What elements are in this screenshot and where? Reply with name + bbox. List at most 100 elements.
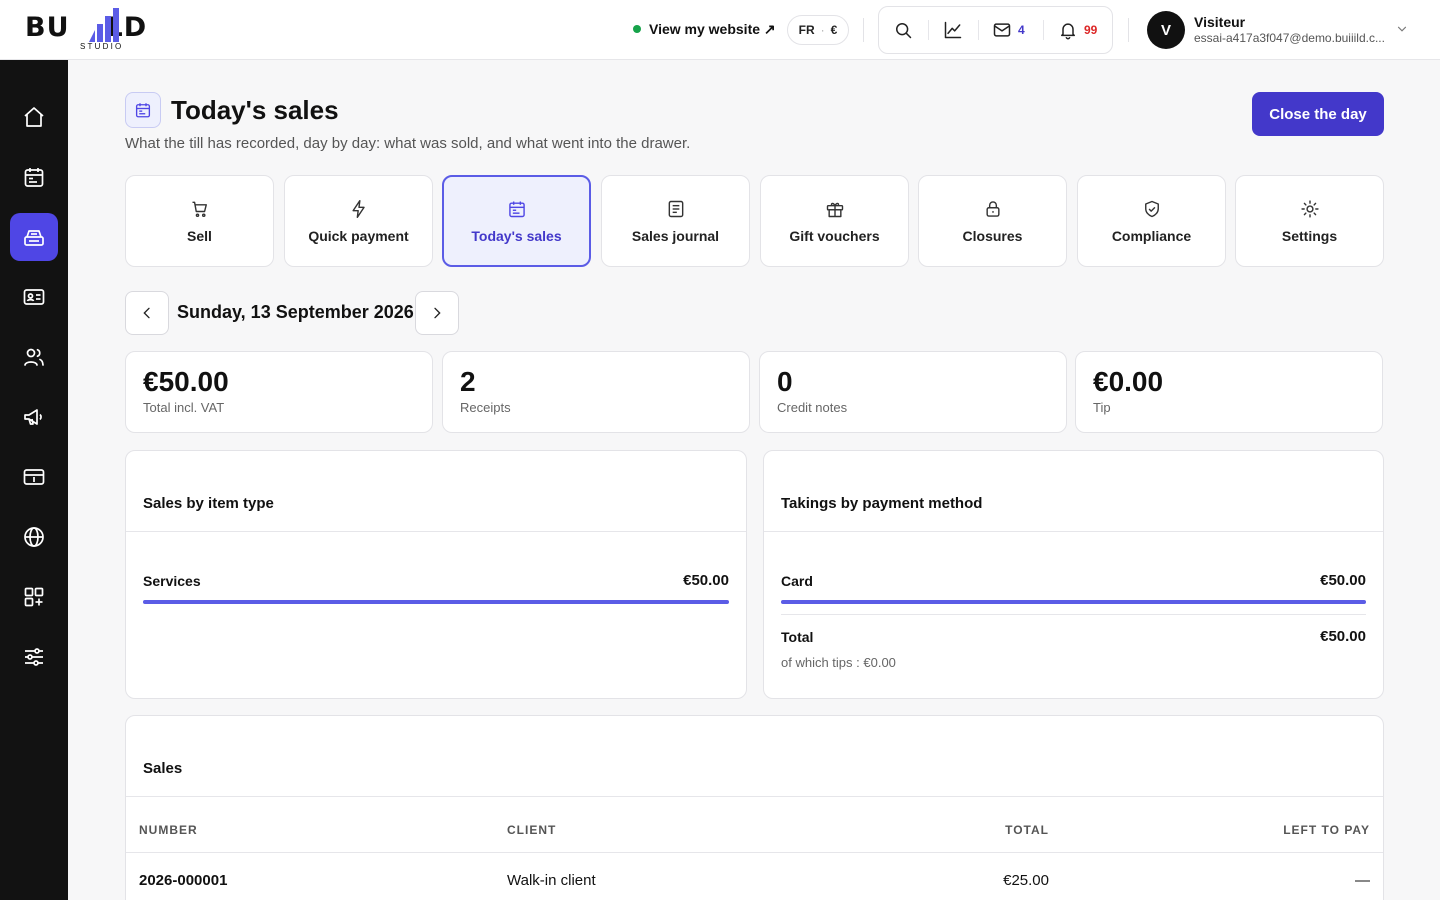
stat-card-receipts: 2 Receipts: [442, 351, 750, 433]
payment-method-bar-fill: [781, 600, 1366, 604]
column-header-number[interactable]: NUMBER: [139, 823, 198, 837]
divider: [1128, 18, 1129, 42]
logo-bars-icon: [89, 8, 119, 42]
item-type-bar-fill: [143, 600, 729, 604]
page-subtitle: What the till has recorded, day by day: …: [125, 135, 691, 152]
sale-client: Walk-in client: [507, 872, 596, 889]
currency-symbol: €: [830, 23, 838, 37]
bell-icon: [1061, 23, 1075, 40]
nav-card-label: Quick payment: [308, 227, 409, 244]
item-type-value: €50.00: [683, 572, 729, 589]
sidebar-item-register[interactable]: [10, 213, 58, 261]
megaphone-icon: [24, 409, 42, 425]
nav-card-todays-sales[interactable]: Today's sales: [442, 175, 591, 267]
previous-day-button[interactable]: [125, 291, 169, 335]
contact-card-icon: [23, 289, 45, 305]
home-icon: [24, 107, 44, 127]
sidebar-item-apps[interactable]: [10, 573, 58, 621]
stat-card-total: €50.00 Total incl. VAT: [125, 351, 433, 433]
nav-card-sell[interactable]: Sell: [125, 175, 274, 267]
lock-icon: [985, 200, 1000, 217]
page-icon: [125, 92, 161, 128]
register-icon: [24, 230, 44, 246]
next-day-button[interactable]: [415, 291, 459, 335]
apps-add-icon: [24, 587, 44, 607]
payment-card-icon: [23, 469, 45, 485]
column-header-client[interactable]: CLIENT: [507, 823, 556, 837]
stat-label: Tip: [1093, 400, 1111, 415]
language-currency-selector[interactable]: FR · €: [787, 15, 849, 45]
current-date: Sunday, 13 September 2026: [177, 302, 414, 322]
sidebar-item-contacts[interactable]: [10, 273, 58, 321]
gift-icon: [826, 202, 843, 217]
takings-total-label: Total: [781, 629, 814, 645]
sidebar-item-payments[interactable]: [10, 453, 58, 501]
column-header-total[interactable]: TOTAL: [1005, 823, 1049, 837]
sidebar-item-marketing[interactable]: [10, 393, 58, 441]
stat-value: €50.00: [143, 366, 229, 397]
view-website-link[interactable]: View my website ↗: [633, 18, 776, 40]
takings-total-value: €50.00: [1320, 628, 1366, 645]
payment-method-label: Card: [781, 573, 813, 589]
tips-note: of which tips : €0.00: [781, 655, 896, 670]
search-button[interactable]: [893, 7, 913, 53]
calendar-icon: [508, 201, 525, 217]
user-menu[interactable]: V Visiteur essai-a417a3f047@demo.buiiild…: [1147, 11, 1417, 49]
chevron-down-icon: [1397, 26, 1407, 32]
column-header-left-to-pay[interactable]: LEFT TO PAY: [1283, 823, 1370, 837]
sale-total: €25.00: [1003, 872, 1049, 889]
logo-subtitle: STUDIO: [80, 42, 124, 51]
stat-label: Credit notes: [777, 400, 848, 415]
nav-card-label: Settings: [1281, 227, 1338, 244]
sidebar-item-calendar[interactable]: [10, 153, 58, 201]
nav-card-label: Today's sales: [471, 227, 562, 244]
nav-card-sales-journal[interactable]: Sales journal: [601, 175, 750, 267]
view-website-label: View my website ↗: [649, 20, 776, 37]
takings-by-payment-panel: Takings by payment method Card €50.00 To…: [763, 450, 1384, 699]
notifications-button[interactable]: 99: [1058, 7, 1097, 53]
stat-card-credit-notes: 0 Credit notes: [759, 351, 1067, 433]
divider: [863, 18, 864, 42]
sale-number[interactable]: 2026-000001: [139, 872, 227, 889]
sidebar: [0, 60, 68, 900]
stat-value: 2: [460, 366, 476, 397]
item-type-bar: [143, 600, 729, 604]
close-the-day-button[interactable]: Close the day: [1252, 92, 1384, 136]
stat-label: Total incl. VAT: [143, 400, 225, 415]
nav-card-label: Sales journal: [631, 227, 720, 244]
stat-card-tip: €0.00 Tip: [1075, 351, 1383, 433]
calendar-icon: [24, 168, 44, 187]
cart-icon: [192, 201, 207, 217]
analytics-button[interactable]: [943, 7, 963, 53]
payment-method-bar: [781, 600, 1366, 604]
brand-logo[interactable]: BU LD STUDIO: [25, 8, 185, 52]
nav-card-closures[interactable]: Closures: [918, 175, 1067, 267]
sidebar-item-users[interactable]: [10, 333, 58, 381]
chevron-left-icon: [143, 307, 150, 319]
chevron-right-icon: [434, 307, 441, 319]
sliders-icon: [25, 648, 43, 666]
messages-button[interactable]: 4: [992, 7, 1025, 53]
sidebar-item-settings[interactable]: [10, 633, 58, 681]
sun-gear-icon: [1300, 199, 1319, 218]
nav-card-quick-payment[interactable]: Quick payment: [284, 175, 433, 267]
payment-method-value: €50.00: [1320, 572, 1366, 589]
nav-card-compliance[interactable]: Compliance: [1077, 175, 1226, 267]
nav-card-label: Sell: [187, 227, 212, 244]
toolbar-group: 4 99: [878, 6, 1113, 54]
sidebar-item-website[interactable]: [10, 513, 58, 561]
nav-card-label: Gift vouchers: [789, 227, 880, 244]
journal-icon: [668, 200, 683, 217]
nav-card-label: Closures: [962, 227, 1023, 244]
nav-card-settings[interactable]: Settings: [1235, 175, 1384, 267]
sidebar-item-home[interactable]: [10, 93, 58, 141]
notification-count-badge: 99: [1084, 23, 1098, 37]
panel-title: Sales: [143, 760, 183, 777]
avatar: V: [1147, 11, 1185, 49]
nav-card-gift-vouchers[interactable]: Gift vouchers: [760, 175, 909, 267]
chart-line-icon: [944, 21, 962, 39]
sale-left-to-pay: —: [1355, 872, 1370, 889]
online-status-dot: [633, 25, 641, 33]
language-code: FR: [798, 23, 815, 37]
item-type-label: Services: [143, 573, 201, 589]
